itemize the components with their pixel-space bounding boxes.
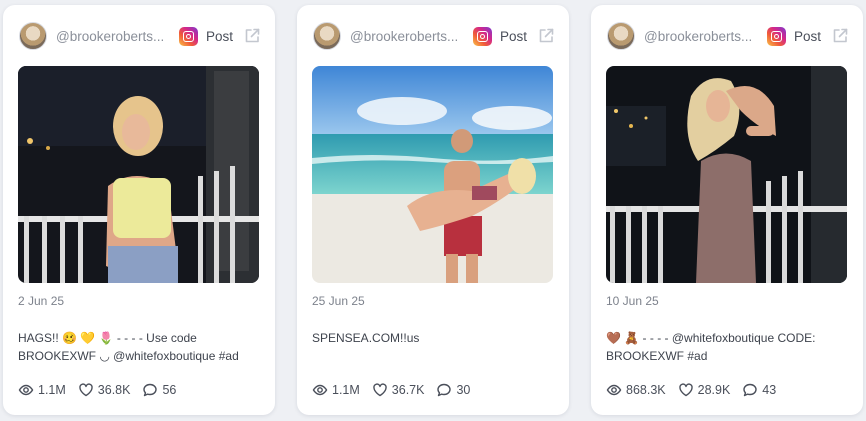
instagram-icon [767,26,786,46]
post-stats: 1.1M 36.7K 30 [312,381,482,399]
views-count: 1.1M [38,383,66,397]
views-count: 1.1M [332,383,360,397]
heart-icon [373,383,387,397]
comments-count: 56 [162,383,177,397]
author-handle[interactable]: @brookeroberts... [56,29,168,44]
views-count: 868.3K [626,383,666,397]
comments-stat: 43 [742,382,776,398]
instagram-icon [179,26,198,46]
comments-stat: 56 [142,382,176,398]
post-caption: 🤎 🧸 - - - - @whitefoxboutique CODE: BROO… [606,331,816,363]
likes-count: 36.8K [97,383,131,397]
platform-label: Post [206,28,234,44]
eye-icon [18,384,34,396]
post-caption: HAGS!! 🥴 💛 🌷 - - - - Use code BROOKEXWF … [18,331,239,363]
author-handle[interactable]: @brookeroberts... [644,29,756,44]
comment-icon [437,383,452,397]
post-date: 25 Jun 25 [312,294,365,308]
post-header: @brookeroberts... Post [313,21,555,51]
likes-stat: 28.9K [678,382,731,398]
likes-count: 36.7K [391,383,425,397]
eye-icon [606,384,622,396]
post-card[interactable]: @brookeroberts... Post [3,5,275,415]
views-stat: 1.1M [312,382,360,398]
views-stat: 1.1M [18,382,66,398]
external-link-icon[interactable] [831,27,849,45]
likes-stat: 36.8K [78,382,131,398]
comment-icon [743,383,757,397]
views-stat: 868.3K [606,382,666,398]
post-stats: 1.1M 36.8K 56 [18,381,188,399]
comment-icon [143,383,158,397]
platform-label: Post [794,28,822,44]
author-handle[interactable]: @brookeroberts... [350,29,462,44]
post-image[interactable] [312,66,553,283]
comments-stat: 30 [436,382,470,398]
comments-count: 43 [762,383,777,397]
avatar[interactable] [19,22,47,50]
post-card[interactable]: @brookeroberts... Post [297,5,569,415]
post-header: @brookeroberts... Post [607,21,849,51]
post-image[interactable] [18,66,259,283]
post-caption: SPENSEA.COM!!us [312,331,420,345]
heart-icon [678,383,693,397]
avatar[interactable] [607,22,635,50]
post-card[interactable]: @brookeroberts... Post [591,5,863,415]
instagram-icon [473,26,492,46]
post-date: 10 Jun 25 [606,294,659,308]
eye-icon [312,384,328,396]
heart-icon [79,383,93,397]
post-image[interactable] [606,66,847,283]
likes-count: 28.9K [697,383,731,397]
post-stats: 868.3K 28.9K 43 [606,381,788,399]
comments-count: 30 [456,383,471,397]
likes-stat: 36.7K [372,382,425,398]
platform-label: Post [500,28,528,44]
post-date: 2 Jun 25 [18,294,65,308]
external-link-icon[interactable] [537,27,555,45]
post-header: @brookeroberts... Post [19,21,261,51]
external-link-icon[interactable] [243,27,261,45]
avatar[interactable] [313,22,341,50]
